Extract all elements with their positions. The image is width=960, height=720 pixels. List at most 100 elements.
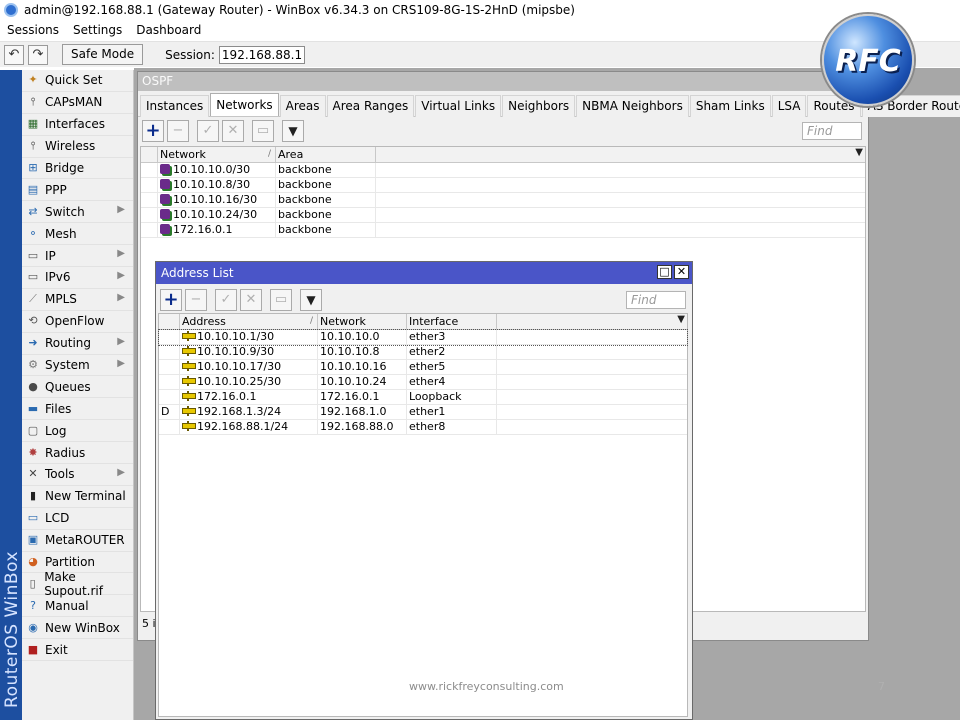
sidebar-item-mpls[interactable]: ⟋ MPLS ▶ — [22, 289, 133, 311]
page-number: 7 — [878, 680, 885, 693]
address-list-toolbar: + − ✓ ✕ ▭ ▼ Find — [156, 286, 692, 314]
sidebar-item-label: New WinBox — [45, 620, 120, 635]
filter-icon[interactable]: ▼ — [282, 120, 304, 142]
sidebar-item-tools[interactable]: ✕ Tools ▶ — [22, 464, 133, 486]
redo-icon[interactable]: ↷ — [28, 44, 48, 65]
ip-icon: ▭ — [27, 248, 39, 262]
sidebar-item-mesh[interactable]: ⚬ Mesh — [22, 223, 133, 246]
menu-sessions[interactable]: Sessions — [0, 23, 66, 37]
area-cell: backbone — [276, 178, 376, 192]
add-icon[interactable]: + — [142, 120, 164, 142]
sidebar-item-bridge[interactable]: ⊞ Bridge — [22, 158, 133, 180]
undo-icon[interactable]: ↶ — [4, 44, 24, 65]
sidebar-item-files[interactable]: ▬ Files — [22, 398, 133, 421]
menu-settings[interactable]: Settings — [66, 23, 129, 37]
sidebar-item-ppp[interactable]: ▤ PPP — [22, 179, 133, 202]
flag-cell — [159, 375, 180, 389]
sidebar-item-ipv6[interactable]: ▭ IPv6 ▶ — [22, 267, 133, 289]
table-row[interactable]: 10.10.10.25/30 10.10.10.24 ether4 — [159, 375, 687, 390]
submenu-arrow-icon: ▶ — [117, 357, 125, 369]
winbox-app-icon — [4, 3, 18, 17]
sidebar-item-routing[interactable]: ➜ Routing ▶ — [22, 333, 133, 355]
close-icon[interactable]: ✕ — [674, 265, 689, 279]
tab-instances[interactable]: Instances — [140, 95, 210, 117]
interface-cell: ether8 — [407, 420, 497, 434]
column-area[interactable]: Area — [276, 147, 376, 162]
table-row[interactable]: 10.10.10.17/30 10.10.10.16 ether5 — [159, 360, 687, 375]
address-icon — [182, 361, 196, 371]
table-row[interactable]: 10.10.10.1/30 10.10.10.0 ether3 — [158, 329, 688, 346]
safe-mode-button[interactable]: Safe Mode — [62, 44, 144, 65]
comment-icon[interactable]: ▭ — [270, 289, 292, 311]
table-row[interactable]: 192.168.88.1/24 192.168.88.0 ether8 — [159, 420, 687, 435]
sidebar-item-interfaces[interactable]: ▦ Interfaces — [22, 114, 133, 136]
columns-dropdown-icon[interactable]: ▼ — [855, 147, 863, 158]
tab-area-ranges[interactable]: Area Ranges — [326, 95, 415, 117]
address-cell: 10.10.10.17/30 — [180, 360, 318, 374]
sidebar-item-switch[interactable]: ⇄ Switch ▶ — [22, 201, 133, 224]
sidebar-item-label: CAPsMAN — [45, 95, 103, 110]
table-row[interactable]: 172.16.0.1 172.16.0.1 Loopback — [159, 390, 687, 405]
table-row[interactable]: 172.16.0.1 backbone — [141, 223, 865, 238]
sidebar-item-exit[interactable]: ■ Exit — [22, 639, 133, 662]
address-list-title: Address List — [161, 266, 234, 280]
comment-icon[interactable]: ▭ — [252, 120, 274, 142]
network-icon — [160, 209, 170, 219]
enable-icon[interactable]: ✓ — [215, 289, 237, 311]
sidebar-item-wireless[interactable]: ⫯ Wireless — [22, 136, 133, 158]
remove-icon[interactable]: − — [167, 120, 189, 142]
tab-sham-links[interactable]: Sham Links — [689, 95, 771, 117]
ipv6-icon: ▭ — [27, 270, 39, 284]
column-interface[interactable]: Interface — [407, 314, 497, 329]
remove-icon[interactable]: − — [185, 289, 207, 311]
table-row[interactable]: 10.10.10.24/30 backbone — [141, 208, 865, 223]
find-input[interactable]: Find — [626, 291, 686, 309]
sidebar-item-openflow[interactable]: ⟲ OpenFlow — [22, 311, 133, 333]
sidebar-item-quick-set[interactable]: ✦ Quick Set — [22, 70, 133, 92]
table-row[interactable]: 10.10.10.16/30 backbone — [141, 193, 865, 208]
column-network[interactable]: Network — [318, 314, 407, 329]
supout-icon: ▯ — [29, 576, 36, 590]
find-input[interactable]: Find — [802, 122, 862, 140]
table-row[interactable]: 10.10.10.0/30 backbone — [141, 163, 865, 178]
column-network[interactable]: Network / — [158, 147, 276, 162]
interface-cell: ether5 — [407, 360, 497, 374]
sidebar-item-new-terminal[interactable]: ▮ New Terminal — [22, 486, 133, 508]
tab-neighbors[interactable]: Neighbors — [502, 95, 576, 117]
maximize-icon[interactable]: □ — [657, 265, 672, 279]
sidebar-item-queues[interactable]: ● Queues — [22, 376, 133, 399]
table-row[interactable]: 10.10.10.9/30 10.10.10.8 ether2 — [159, 345, 687, 360]
disable-icon[interactable]: ✕ — [222, 120, 244, 142]
sidebar-item-new-winbox[interactable]: ◉ New WinBox — [22, 617, 133, 640]
sidebar-item-log[interactable]: ▢ Log — [22, 420, 133, 443]
enable-icon[interactable]: ✓ — [197, 120, 219, 142]
sidebar-item-capsman[interactable]: ⫯ CAPsMAN — [22, 92, 133, 114]
main-toolbar: ↶ ↷ Safe Mode Session: 192.168.88.1 — [0, 41, 960, 67]
menu-dashboard[interactable]: Dashboard — [129, 23, 208, 37]
sidebar-item-make-supout-rif[interactable]: ▯ Make Supout.rif — [22, 570, 133, 598]
tab-lsa[interactable]: LSA — [771, 95, 807, 117]
tab-networks[interactable]: Networks — [210, 93, 279, 116]
sidebar-item-manual[interactable]: ? Manual — [22, 595, 133, 618]
sidebar-item-lcd[interactable]: ▭ LCD — [22, 508, 133, 530]
submenu-arrow-icon: ▶ — [117, 248, 125, 260]
sidebar-item-label: MetaROUTER — [45, 533, 125, 548]
tab-virtual-links[interactable]: Virtual Links — [415, 95, 502, 117]
table-row[interactable]: 10.10.10.8/30 backbone — [141, 178, 865, 193]
table-row[interactable]: D 192.168.1.3/24 192.168.1.0 ether1 — [159, 405, 687, 420]
disable-icon[interactable]: ✕ — [240, 289, 262, 311]
tab-nbma-neighbors[interactable]: NBMA Neighbors — [576, 95, 689, 117]
tab-areas[interactable]: Areas — [279, 95, 326, 117]
session-field[interactable]: 192.168.88.1 — [218, 45, 306, 64]
network-icon — [160, 194, 170, 204]
routing-icon: ➜ — [28, 336, 38, 350]
sidebar-item-label: System — [45, 358, 90, 373]
columns-dropdown-icon[interactable]: ▼ — [677, 314, 685, 325]
sidebar-item-radius[interactable]: ✸ Radius — [22, 442, 133, 465]
sidebar-item-system[interactable]: ⚙ System ▶ — [22, 355, 133, 377]
filter-icon[interactable]: ▼ — [300, 289, 322, 311]
add-icon[interactable]: + — [160, 289, 182, 311]
sidebar-item-ip[interactable]: ▭ IP ▶ — [22, 245, 133, 268]
column-address[interactable]: Address / — [180, 314, 318, 329]
sidebar-item-metarouter[interactable]: ▣ MetaROUTER — [22, 530, 133, 552]
